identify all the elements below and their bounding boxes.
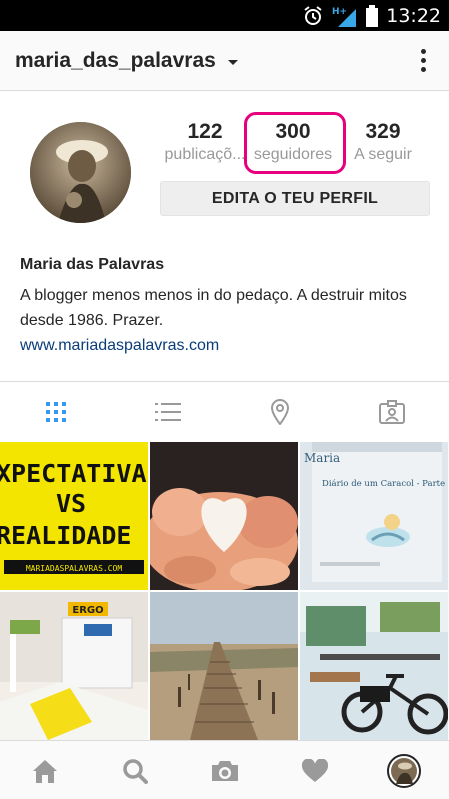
avatar-photo <box>30 122 131 223</box>
signal-icon: H+ <box>332 7 357 27</box>
home-icon <box>33 759 57 783</box>
post-thumbnail[interactable] <box>300 592 448 740</box>
tagged-photos-icon <box>379 400 405 424</box>
tab-tagged[interactable] <box>336 382 448 442</box>
chevron-down-icon[interactable] <box>228 60 238 65</box>
post-image <box>150 442 298 590</box>
alarm-icon <box>304 5 322 25</box>
svg-text:Diário de um Caracol - Parte 1: Diário de um Caracol - Parte 10 <box>322 478 448 489</box>
post-image <box>150 592 298 740</box>
nav-profile[interactable] <box>359 741 449 799</box>
location-pin-icon <box>270 399 290 425</box>
post-thumbnail[interactable] <box>150 592 298 740</box>
nav-search[interactable] <box>90 741 180 799</box>
svg-text:MARIADASPALAVRAS.COM: MARIADASPALAVRAS.COM <box>26 564 123 573</box>
nav-activity[interactable] <box>270 741 360 799</box>
account-switcher-username[interactable]: maria_das_palavras <box>15 49 216 73</box>
profile-bio: A blogger menos menos in do pedaço. A de… <box>20 287 407 329</box>
status-icons: H+ 13:22 <box>302 0 441 31</box>
profile-website-link[interactable]: www.mariadaspalavras.com <box>20 337 219 355</box>
nav-camera[interactable] <box>180 741 270 799</box>
post-image <box>300 592 448 740</box>
profile-tabs <box>0 381 449 441</box>
post-thumbnail[interactable]: ERGO <box>0 592 148 740</box>
svg-text:REALIDADE: REALIDADE <box>0 521 131 550</box>
camera-icon <box>212 760 238 781</box>
tab-location[interactable] <box>224 382 336 442</box>
profile-avatar-icon <box>387 753 421 788</box>
tab-grid[interactable] <box>0 382 112 442</box>
search-icon <box>123 758 148 784</box>
heart-icon <box>301 758 329 782</box>
nav-home[interactable] <box>0 741 90 799</box>
bottom-navigation <box>0 740 449 799</box>
stat-label: A seguir <box>354 146 412 163</box>
stat-posts[interactable]: 122 publicaçõ... <box>160 118 250 164</box>
svg-text:ERGO: ERGO <box>72 605 103 616</box>
battery-icon <box>366 4 379 27</box>
post-image: Maria Diário de um Caracol - Parte 10 <box>300 442 448 590</box>
stat-following[interactable]: 329 A seguir <box>338 118 428 164</box>
app-header: maria_das_palavras <box>0 31 449 91</box>
stat-value: 122 <box>187 120 223 143</box>
status-bar: H+ 13:22 <box>0 0 449 31</box>
grid-icon <box>46 402 66 422</box>
profile-full-name: Maria das Palavras <box>20 256 165 273</box>
list-icon <box>155 403 181 421</box>
followers-highlight-annotation <box>244 112 346 174</box>
svg-text:VS: VS <box>56 489 86 518</box>
post-image: XPECTATIVA VS REALIDADE MARIADASPALAVRAS… <box>0 442 148 590</box>
profile-avatar[interactable] <box>30 122 131 223</box>
edit-profile-button[interactable]: EDITA O TEU PERFIL <box>160 181 430 216</box>
post-image: ERGO <box>0 592 148 740</box>
svg-text:Maria: Maria <box>304 451 340 465</box>
post-thumbnail[interactable]: XPECTATIVA VS REALIDADE MARIADASPALAVRAS… <box>0 442 148 590</box>
stat-value: 329 <box>365 120 401 143</box>
post-thumbnail[interactable] <box>150 442 298 590</box>
more-vertical-icon[interactable] <box>421 49 427 75</box>
posts-grid: XPECTATIVA VS REALIDADE MARIADASPALAVRAS… <box>0 442 449 740</box>
svg-text:H+: H+ <box>332 7 347 17</box>
tab-list[interactable] <box>112 382 224 442</box>
svg-text:XPECTATIVA: XPECTATIVA <box>0 459 147 488</box>
clock: 13:22 <box>386 4 441 27</box>
post-thumbnail[interactable]: Maria Diário de um Caracol - Parte 10 <box>300 442 448 590</box>
stat-label: publicaçõ... <box>164 146 246 163</box>
